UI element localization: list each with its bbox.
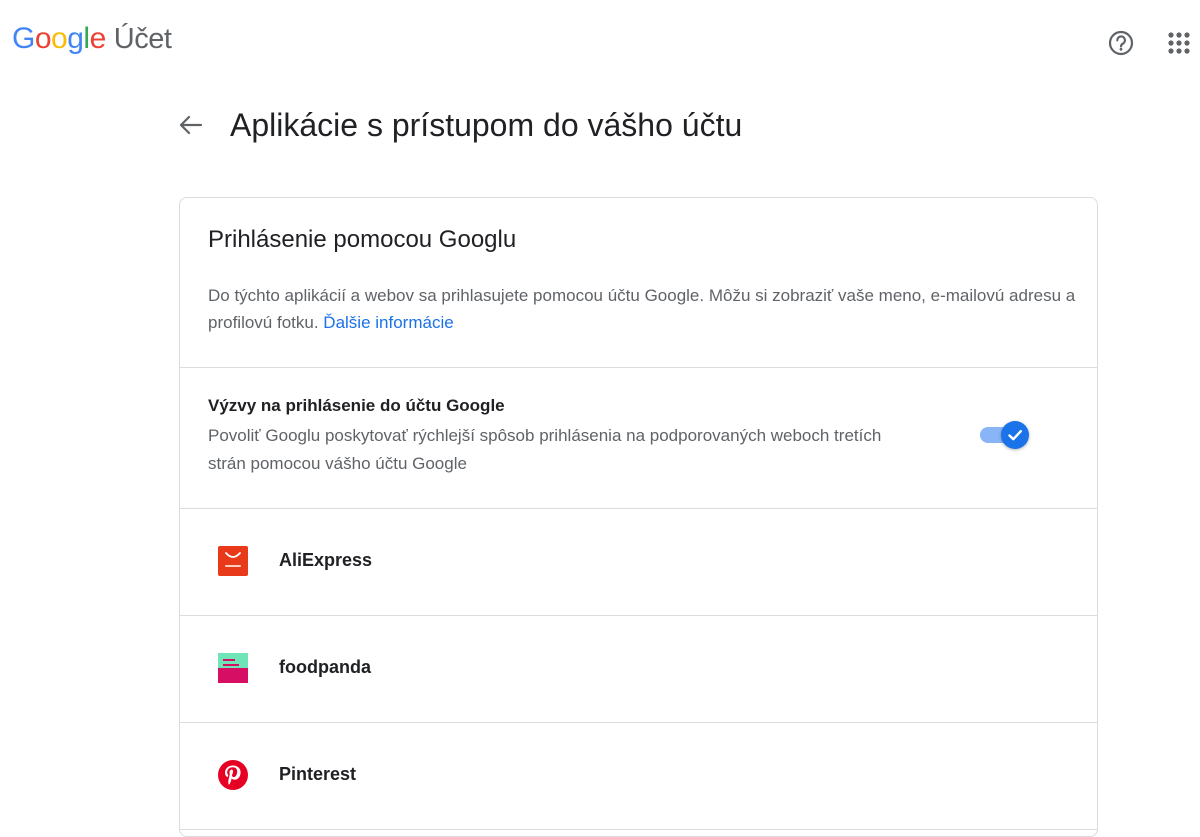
back-button[interactable]: [174, 108, 208, 142]
setting-title: Výzvy na prihlásenie do účtu Google: [208, 396, 505, 415]
app-name: Pinterest: [279, 764, 357, 784]
top-bar: Google Účet: [0, 0, 1200, 84]
sign-in-prompts-toggle[interactable]: [980, 419, 1032, 449]
logo-letter: o: [51, 22, 68, 55]
app-name: foodpanda: [279, 657, 371, 677]
apps-button[interactable]: [1164, 28, 1194, 58]
pinterest-icon: [218, 760, 248, 790]
logo-letter: G: [12, 22, 35, 55]
sign-in-with-google-card: Prihlásenie pomocou Googlu Do týchto apl…: [179, 197, 1098, 837]
card-header: Prihlásenie pomocou Googlu Do týchto apl…: [180, 198, 1097, 368]
checkmark-icon: [1008, 430, 1022, 441]
sign-in-prompts-setting: Výzvy na prihlásenie do účtu Google Povo…: [180, 367, 1097, 509]
app-row-foodpanda[interactable]: foodpanda: [180, 615, 1097, 723]
help-circle-icon: [1108, 30, 1134, 56]
logo-letter: g: [67, 22, 84, 55]
google-account-logo[interactable]: Google Účet: [12, 22, 172, 56]
toggle-thumb: [1001, 421, 1029, 449]
app-row-aliexpress[interactable]: AliExpress: [180, 508, 1097, 616]
apps-grid-icon: [1168, 32, 1190, 54]
logo-letter: e: [89, 22, 107, 55]
app-row-pinterest[interactable]: Pinterest: [180, 722, 1097, 830]
product-name: Účet: [113, 23, 172, 55]
help-button[interactable]: [1106, 28, 1136, 58]
aliexpress-icon: [218, 546, 248, 576]
arrow-back-icon: [179, 115, 203, 135]
card-description: Do týchto aplikácií a webov sa prihlasuj…: [208, 282, 1078, 336]
learn-more-link[interactable]: Ďalšie informácie: [323, 313, 453, 332]
app-name: AliExpress: [279, 550, 373, 570]
logo-letter: o: [34, 22, 52, 55]
setting-description: Povoliť Googlu poskytovať rýchlejší spôs…: [208, 426, 882, 473]
foodpanda-icon: [218, 653, 248, 683]
card-title: Prihlásenie pomocou Googlu: [208, 226, 517, 253]
page-title: Aplikácie s prístupom do vášho účtu: [230, 107, 743, 143]
